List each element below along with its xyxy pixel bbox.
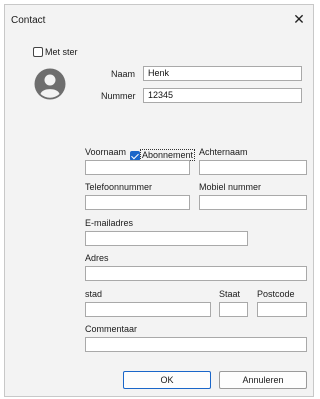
favorite-label: Met ster <box>45 47 78 57</box>
close-icon[interactable]: ✕ <box>289 9 309 29</box>
staat-input[interactable] <box>219 302 248 317</box>
stad-label: stad <box>85 289 103 299</box>
adres-input[interactable] <box>85 266 307 281</box>
commentaar-label: Commentaar <box>85 324 138 334</box>
nummer-label: Nummer <box>101 91 136 101</box>
telefoonnummer-input[interactable] <box>85 195 190 210</box>
naam-input[interactable]: Henk <box>143 66 302 81</box>
nummer-input[interactable]: 12345 <box>143 88 302 103</box>
window-title: Contact <box>11 15 46 26</box>
contact-dialog: Contact ✕ Met ster Naam Henk Nummer 1234… <box>4 4 314 397</box>
person-avatar-icon <box>34 68 66 100</box>
cancel-button[interactable]: Annuleren <box>219 371 307 389</box>
telefoonnummer-label: Telefoonnummer <box>85 182 153 192</box>
postcode-input[interactable] <box>257 302 307 317</box>
naam-label: Naam <box>111 69 136 79</box>
mobiel-input[interactable] <box>199 195 307 210</box>
adres-label: Adres <box>85 253 109 263</box>
commentaar-input[interactable] <box>85 337 307 352</box>
stad-input[interactable] <box>85 302 211 317</box>
email-label: E-mailadres <box>85 218 134 228</box>
voornaam-input[interactable] <box>85 160 190 175</box>
email-input[interactable] <box>85 231 248 246</box>
mobiel-label: Mobiel nummer <box>199 182 262 192</box>
postcode-label: Postcode <box>257 289 295 299</box>
voornaam-label: Voornaam <box>85 147 127 157</box>
achternaam-input[interactable] <box>199 160 307 175</box>
staat-label: Staat <box>219 289 241 299</box>
title-bar: Contact ✕ <box>5 5 313 35</box>
favorite-checkbox[interactable] <box>33 47 43 57</box>
ok-button[interactable]: OK <box>123 371 211 389</box>
achternaam-label: Achternaam <box>199 147 248 157</box>
